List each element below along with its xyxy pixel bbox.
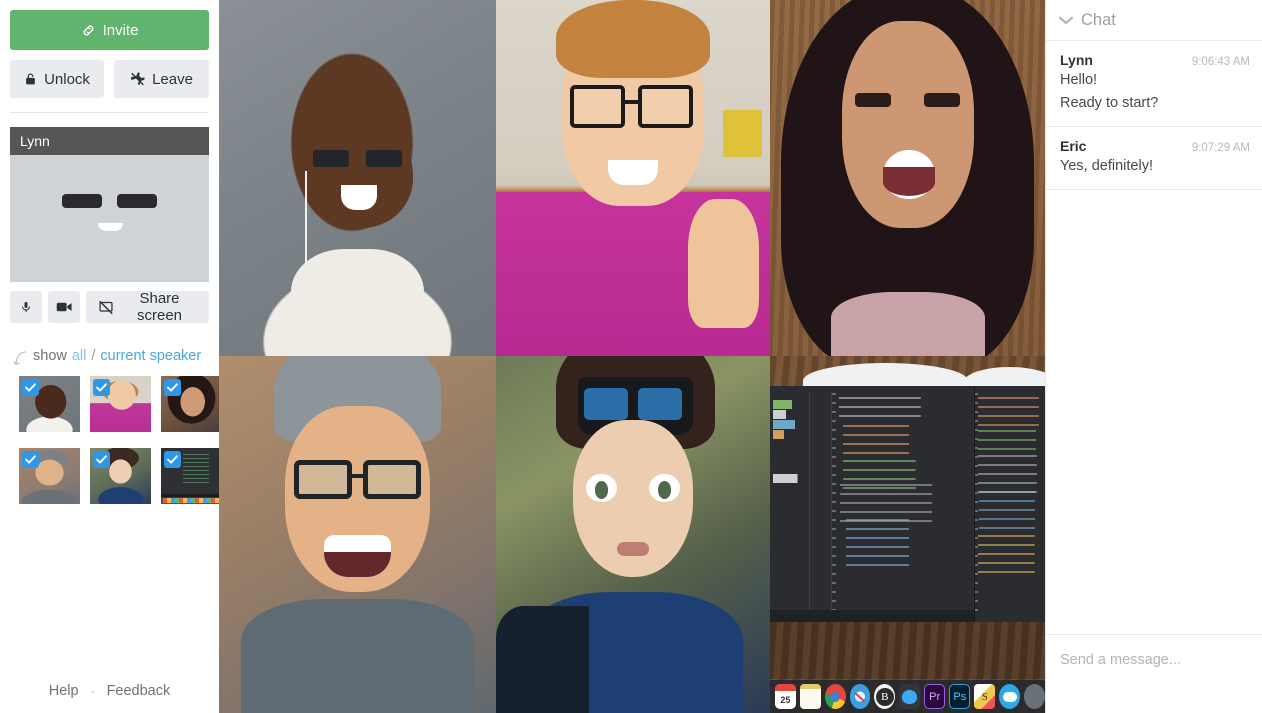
thumbnail-participant-1[interactable] bbox=[19, 376, 80, 432]
footer-separator: · bbox=[90, 684, 95, 698]
sketch-icon[interactable]: S bbox=[974, 684, 996, 709]
thumbnail-checkbox-4[interactable] bbox=[22, 451, 39, 468]
video-tile-screenshare[interactable]: 25 B Pr Ps S bbox=[770, 356, 1045, 713]
messages-icon[interactable] bbox=[999, 684, 1021, 709]
chat-message-author: Lynn bbox=[1060, 52, 1093, 68]
app-root: Invite Unlock Leave Lynn Share screen sh… bbox=[0, 0, 1262, 713]
video-camera-icon bbox=[56, 301, 73, 313]
video-tile-5[interactable] bbox=[496, 356, 770, 713]
video-tile-3-frame bbox=[770, 0, 1045, 356]
thumbnail-checkbox-2[interactable] bbox=[93, 379, 110, 396]
thumbnail-checkbox-6[interactable] bbox=[164, 451, 181, 468]
feedback-link[interactable]: Feedback bbox=[107, 683, 171, 699]
chrome-icon[interactable] bbox=[824, 684, 846, 709]
unlock-button[interactable]: Unlock bbox=[10, 60, 104, 98]
chat-message-time: 9:07:29 AM bbox=[1191, 142, 1250, 154]
calendar-icon[interactable]: 25 bbox=[775, 684, 796, 709]
chat-message-list: Lynn 9:06:43 AM Hello! Ready to start? E… bbox=[1046, 41, 1262, 634]
thumbnail-screen-share[interactable] bbox=[161, 448, 222, 504]
thumbnail-participant-3[interactable] bbox=[161, 376, 222, 432]
footer-links: Help · Feedback bbox=[0, 683, 219, 699]
self-name-label: Lynn bbox=[10, 127, 209, 155]
chat-message: Lynn 9:06:43 AM Hello! Ready to start? bbox=[1046, 41, 1262, 127]
premiere-icon[interactable]: Pr bbox=[924, 684, 946, 709]
video-tile-4[interactable] bbox=[219, 356, 496, 713]
show-prefix-label: show bbox=[33, 348, 67, 364]
thumbnail-participant-2[interactable] bbox=[90, 376, 151, 432]
bear-app-icon[interactable]: B bbox=[874, 684, 896, 709]
video-tile-3[interactable] bbox=[770, 0, 1045, 356]
macos-dock: 25 B Pr Ps S bbox=[770, 680, 1045, 713]
link-icon bbox=[81, 23, 96, 38]
screenshare-desk bbox=[770, 621, 1045, 680]
sidebar: Invite Unlock Leave Lynn Share screen sh… bbox=[0, 0, 222, 713]
video-tile-1[interactable] bbox=[219, 0, 496, 356]
chat-message-author: Eric bbox=[1060, 138, 1087, 154]
show-current-speaker-link[interactable]: current speaker bbox=[100, 348, 201, 364]
chat-message-line: Hello! bbox=[1060, 72, 1098, 88]
notes-icon[interactable] bbox=[799, 684, 821, 709]
chat-title: Chat bbox=[1081, 10, 1116, 29]
leave-button-label: Leave bbox=[152, 70, 193, 88]
thumbnail-checkbox-5[interactable] bbox=[93, 451, 110, 468]
chat-message: Eric 9:07:29 AM Yes, definitely! bbox=[1046, 127, 1262, 190]
lock-icon bbox=[24, 72, 37, 86]
leave-button[interactable]: Leave bbox=[114, 60, 209, 98]
chat-message-input[interactable] bbox=[1060, 652, 1250, 668]
help-link[interactable]: Help bbox=[49, 683, 79, 699]
self-glasses-right bbox=[117, 193, 158, 208]
show-all-link[interactable]: all bbox=[72, 348, 87, 364]
chat-header[interactable]: Chat bbox=[1046, 0, 1262, 41]
camera-button[interactable] bbox=[48, 291, 80, 323]
show-mode-toggle: show all / current speaker bbox=[13, 347, 209, 368]
sidebar-divider bbox=[10, 112, 209, 113]
self-smile bbox=[97, 223, 124, 231]
safari-icon[interactable] bbox=[849, 684, 871, 709]
self-video-tile[interactable]: Lynn bbox=[10, 127, 209, 282]
leave-icon bbox=[130, 72, 145, 86]
media-controls: Share screen bbox=[10, 290, 209, 324]
thumbnail-checkbox-1[interactable] bbox=[22, 379, 39, 396]
chat-input-container bbox=[1046, 634, 1262, 713]
curved-arrow-icon bbox=[13, 350, 28, 368]
video-tile-2[interactable] bbox=[496, 0, 770, 356]
share-screen-button[interactable]: Share screen bbox=[86, 290, 209, 324]
thumbnail-checkbox-3[interactable] bbox=[164, 379, 181, 396]
video-tile-5-frame bbox=[496, 356, 770, 713]
chat-message-line: Ready to start? bbox=[1060, 95, 1159, 111]
microphone-button[interactable] bbox=[10, 291, 42, 323]
screenshare-editor-window bbox=[770, 386, 1045, 622]
screenshare-dock-strip bbox=[163, 498, 220, 503]
chevron-down-icon[interactable] bbox=[1059, 16, 1073, 25]
thumbnail-participant-5[interactable] bbox=[90, 448, 151, 504]
microphone-icon bbox=[20, 299, 32, 315]
video-grid: 25 B Pr Ps S bbox=[219, 0, 1045, 713]
video-tile-4-frame bbox=[219, 356, 496, 713]
photoshop-icon[interactable]: Ps bbox=[949, 684, 971, 709]
chat-message-line: Yes, definitely! bbox=[1060, 158, 1153, 174]
invite-button-label: Invite bbox=[102, 21, 139, 39]
participant-thumbnail-grid bbox=[19, 376, 222, 504]
thumbnail-participant-4[interactable] bbox=[19, 448, 80, 504]
session-buttons: Unlock Leave bbox=[10, 60, 209, 98]
video-tile-1-frame bbox=[219, 0, 496, 356]
chat-panel: Chat Lynn 9:06:43 AM Hello! Ready to sta… bbox=[1045, 0, 1262, 713]
video-tile-2-frame bbox=[496, 0, 770, 356]
chat-message-time: 9:06:43 AM bbox=[1191, 56, 1250, 68]
show-separator: / bbox=[91, 348, 96, 364]
share-screen-label: Share screen bbox=[136, 290, 183, 324]
self-glasses-left bbox=[61, 193, 102, 208]
unlock-button-label: Unlock bbox=[44, 70, 90, 88]
chat-message-header: Eric 9:07:29 AM bbox=[1060, 138, 1250, 154]
share-screen-off-icon bbox=[98, 300, 114, 315]
invite-button[interactable]: Invite bbox=[10, 10, 209, 50]
twitter-icon[interactable] bbox=[899, 684, 921, 709]
chat-message-header: Lynn 9:06:43 AM bbox=[1060, 52, 1250, 68]
dock-icon-extra[interactable] bbox=[1024, 684, 1045, 709]
